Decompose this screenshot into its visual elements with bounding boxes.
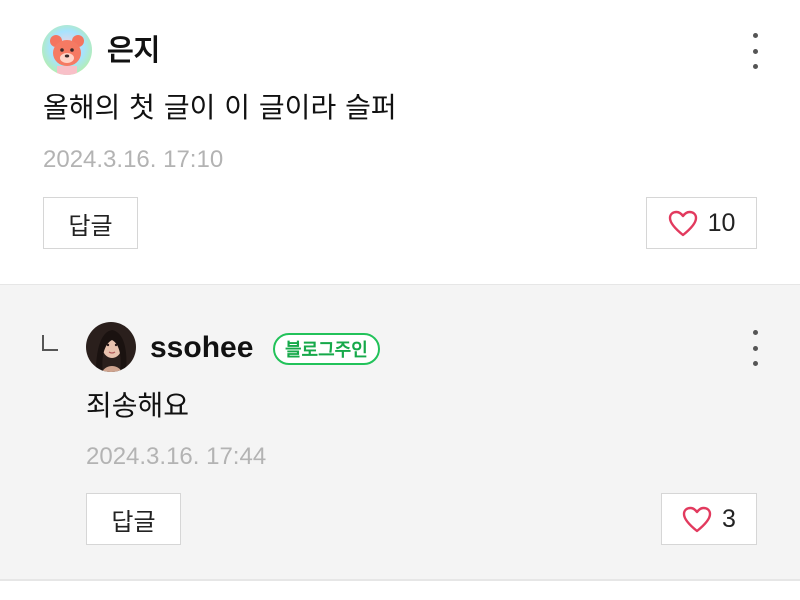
- comment-text: 죄송해요: [86, 389, 190, 422]
- more-dot: [752, 33, 758, 38]
- more-dot: [752, 330, 758, 335]
- more-dot: [752, 345, 758, 351]
- like-count: 3: [722, 504, 736, 533]
- comment-item: 은지 올해의 첫 글이 이 글이라 슬퍼 2024.3.16. 17:10 답글…: [0, 0, 800, 284]
- reply-button[interactable]: 답글: [43, 197, 138, 249]
- more-dot: [752, 361, 758, 366]
- reply-indicator-icon: [42, 335, 58, 351]
- reply-button-label: 답글: [111, 507, 156, 536]
- reply-button[interactable]: 답글: [86, 493, 181, 545]
- divider: [0, 579, 800, 581]
- blog-owner-badge: 블로그주인: [273, 333, 380, 365]
- avatar[interactable]: [42, 25, 92, 75]
- like-button[interactable]: 10: [646, 197, 757, 249]
- more-dot: [752, 48, 758, 54]
- comment-author[interactable]: ssohee: [150, 331, 253, 365]
- like-count: 10: [707, 208, 736, 237]
- more-dot: [752, 64, 758, 69]
- like-button[interactable]: 3: [661, 493, 757, 545]
- comment-timestamp: 2024.3.16. 17:10: [43, 146, 224, 173]
- comment-timestamp: 2024.3.16. 17:44: [86, 443, 267, 470]
- more-options-icon[interactable]: [745, 33, 765, 69]
- avatar[interactable]: [86, 322, 136, 372]
- heart-icon: [668, 210, 697, 236]
- reply-comment-item: ssohee 블로그주인 죄송해요 2024.3.16. 17:44 답글 3: [0, 285, 800, 579]
- heart-icon: [682, 506, 712, 532]
- comment-author[interactable]: 은지: [107, 33, 160, 67]
- more-options-icon[interactable]: [745, 330, 765, 366]
- comment-text: 올해의 첫 글이 이 글이라 슬퍼: [43, 91, 397, 124]
- reply-button-label: 답글: [68, 211, 113, 240]
